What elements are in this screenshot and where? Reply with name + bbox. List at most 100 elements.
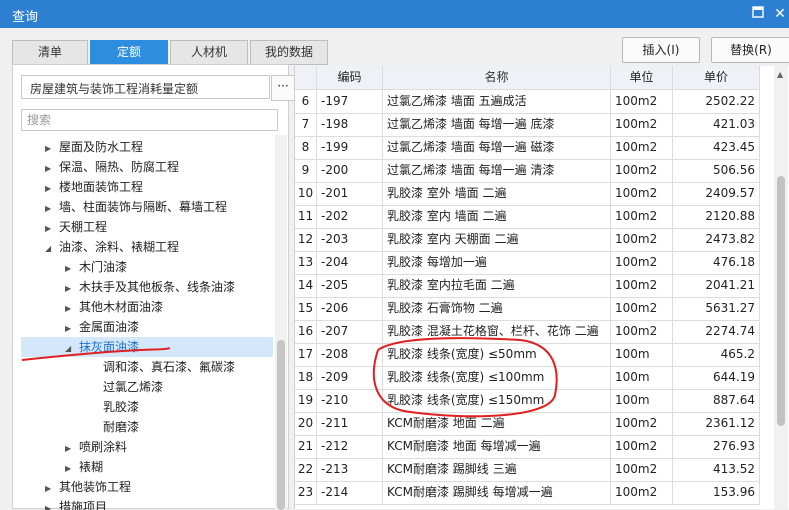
code-cell: -212	[317, 435, 383, 458]
table-row[interactable]: 6 -197 过氯乙烯漆 墙面 五遍成活 100m2 2502.22	[295, 90, 760, 114]
tab-labor-material-machine[interactable]: 人材机	[170, 40, 248, 65]
table-row[interactable]: 9 -200 过氯乙烯漆 墙面 每增一遍 清漆 100m2 506.56	[295, 159, 760, 183]
tab-quota[interactable]: 定额	[90, 40, 168, 65]
header-name[interactable]: 名称	[383, 66, 611, 89]
table-row[interactable]: 14 -205 乳胶漆 室内拉毛面 二遍 100m2 2041.21	[295, 274, 760, 298]
price-cell: 476.18	[673, 251, 760, 274]
expand-icon[interactable]: ▶	[65, 279, 79, 299]
tree-item[interactable]: ▶ 墙、柱面装饰与隔断、幕墙工程	[45, 197, 227, 217]
tree-item[interactable]: ▶ 其他装饰工程	[45, 477, 131, 497]
tree-item-selected[interactable]: ◢ 抹灰面油漆	[21, 337, 273, 357]
tree-item[interactable]: 过氯乙烯漆	[103, 377, 163, 397]
table-row[interactable]: 13 -204 乳胶漆 每增加一遍 100m2 476.18	[295, 251, 760, 275]
collapse-icon[interactable]: ◢	[65, 339, 79, 359]
table-row[interactable]: 12 -203 乳胶漆 室内 天棚面 二遍 100m2 2473.82	[295, 228, 760, 252]
code-cell: -209	[317, 366, 383, 389]
tree-item[interactable]: ▶ 喷刷涂料	[65, 437, 127, 457]
unit-cell: 100m2	[611, 251, 673, 274]
scroll-up-icon[interactable]: ▲	[777, 70, 783, 79]
tab-bill[interactable]: 清单	[12, 40, 88, 65]
table-row[interactable]: 20 -211 KCM耐磨漆 地面 二遍 100m2 2361.12	[295, 412, 760, 436]
expand-icon[interactable]: ▶	[45, 499, 59, 510]
scrollbar-thumb[interactable]	[777, 176, 785, 426]
table-row[interactable]: 23 -214 KCM耐磨漆 踢脚线 每增减一遍 100m2 153.96	[295, 481, 760, 505]
tree-item[interactable]: ▶ 其他木材面油漆	[65, 297, 163, 317]
library-name: 房屋建筑与装饰工程消耗量定额	[30, 82, 199, 96]
header-price[interactable]: 单价	[673, 66, 760, 89]
tree-item[interactable]: ▶ 金属面油漆	[65, 317, 139, 337]
header-unit[interactable]: 单位	[611, 66, 673, 89]
code-cell: -198	[317, 113, 383, 136]
price-cell: 421.03	[673, 113, 760, 136]
insert-button[interactable]: 插入(I)	[622, 37, 700, 63]
expand-icon[interactable]: ▶	[65, 439, 79, 459]
scrollbar-thumb[interactable]	[277, 340, 285, 510]
table-row[interactable]: 7 -198 过氯乙烯漆 墙面 每增一遍 底漆 100m2 421.03	[295, 113, 760, 137]
expand-icon[interactable]: ▶	[65, 259, 79, 279]
code-cell: -211	[317, 412, 383, 435]
tree-item[interactable]: ▶ 屋面及防水工程	[45, 137, 143, 157]
code-cell: -201	[317, 182, 383, 205]
code-cell: -197	[317, 90, 383, 113]
category-tree: ▶ 屋面及防水工程 ▶ 保温、隔热、防腐工程 ▶ 楼地面装饰工程 ▶ 墙、柱面装饰与隔断…	[13, 135, 275, 510]
header-code[interactable]: 编码	[317, 66, 383, 89]
row-number: 20	[295, 412, 317, 435]
name-cell: 过氯乙烯漆 墙面 每增一遍 底漆	[383, 113, 611, 136]
expand-icon[interactable]: ▶	[65, 299, 79, 319]
table-row[interactable]: 22 -213 KCM耐磨漆 踢脚线 三遍 100m2 413.52	[295, 458, 760, 482]
tree-item[interactable]: 调和漆、真石漆、氟碳漆	[103, 357, 235, 377]
table-row[interactable]: 18 -209 乳胶漆 线条(宽度) ≤100mm 100m 644.19	[295, 366, 760, 390]
name-cell: KCM耐磨漆 踢脚线 每增减一遍	[383, 481, 611, 504]
expand-icon[interactable]: ▶	[45, 199, 59, 219]
category-panel: 房屋建筑与装饰工程消耗量定额 ··· 搜索 ▶ 屋面及防水工程 ▶ 保温、隔热、防腐…	[12, 64, 295, 510]
tree-item[interactable]: ▶ 木门油漆	[65, 257, 127, 277]
table-row[interactable]: 16 -207 乳胶漆 混凝土花格窗、栏杆、花饰 二遍 100m2 2274.74	[295, 320, 760, 344]
code-cell: -202	[317, 205, 383, 228]
replace-button[interactable]: 替换(R)	[711, 37, 789, 63]
expand-icon[interactable]: ▶	[45, 219, 59, 239]
price-cell: 2502.22	[673, 90, 760, 113]
price-cell: 644.19	[673, 366, 760, 389]
expand-icon[interactable]: ▶	[45, 179, 59, 199]
library-select[interactable]: 房屋建筑与装饰工程消耗量定额 ···	[21, 75, 295, 101]
tree-item[interactable]: ▶ 天棚工程	[45, 217, 107, 237]
expand-icon[interactable]: ▶	[65, 459, 79, 479]
tree-item[interactable]: ▶ 措施项目	[45, 497, 107, 510]
expand-icon[interactable]: ▶	[45, 479, 59, 499]
code-cell: -199	[317, 136, 383, 159]
collapse-icon[interactable]: ◢	[45, 239, 59, 259]
table-row[interactable]: 17 -208 乳胶漆 线条(宽度) ≤50mm 100m 465.2	[295, 343, 760, 367]
expand-icon[interactable]: ▶	[45, 159, 59, 179]
tree-item[interactable]: 乳胶漆	[103, 397, 139, 417]
expand-icon[interactable]: ▶	[65, 319, 79, 339]
tree-item[interactable]: ▶ 保温、隔热、防腐工程	[45, 157, 179, 177]
row-number: 15	[295, 297, 317, 320]
table-scrollbar[interactable]: ▲	[774, 66, 788, 509]
tree-item[interactable]: ◢ 油漆、涂料、裱糊工程	[45, 237, 179, 257]
close-icon[interactable]: ✕	[770, 4, 789, 24]
code-cell: -213	[317, 458, 383, 481]
search-input[interactable]: 搜索	[21, 109, 278, 131]
table-row[interactable]: 8 -199 过氯乙烯漆 墙面 每增一遍 磁漆 100m2 423.45	[295, 136, 760, 160]
tab-my-data[interactable]: 我的数据	[250, 40, 328, 65]
table-row[interactable]: 19 -210 乳胶漆 线条(宽度) ≤150mm 100m 887.64	[295, 389, 760, 413]
pin-icon[interactable]	[748, 4, 768, 24]
table-row[interactable]: 15 -206 乳胶漆 石膏饰物 二遍 100m2 5631.27	[295, 297, 760, 321]
expand-icon[interactable]: ▶	[45, 139, 59, 159]
unit-cell: 100m2	[611, 90, 673, 113]
table-row[interactable]: 21 -212 KCM耐磨漆 地面 每增减一遍 100m2 276.93	[295, 435, 760, 459]
tree-scrollbar[interactable]	[275, 135, 287, 510]
name-cell: KCM耐磨漆 踢脚线 三遍	[383, 458, 611, 481]
tree-item[interactable]: ▶ 裱糊	[65, 457, 103, 477]
table-row[interactable]: 10 -201 乳胶漆 室外 墙面 二遍 100m2 2409.57	[295, 182, 760, 206]
row-number: 17	[295, 343, 317, 366]
table-row[interactable]: 11 -202 乳胶漆 室内 墙面 二遍 100m2 2120.88	[295, 205, 760, 229]
tree-item[interactable]: 耐磨漆	[103, 417, 139, 437]
tree-item[interactable]: ▶ 木扶手及其他板条、线条油漆	[65, 277, 235, 297]
row-number: 13	[295, 251, 317, 274]
row-number: 23	[295, 481, 317, 504]
tree-item[interactable]: ▶ 楼地面装饰工程	[45, 177, 143, 197]
unit-cell: 100m2	[611, 297, 673, 320]
name-cell: 乳胶漆 线条(宽度) ≤150mm	[383, 389, 611, 412]
more-button[interactable]: ···	[271, 75, 295, 101]
